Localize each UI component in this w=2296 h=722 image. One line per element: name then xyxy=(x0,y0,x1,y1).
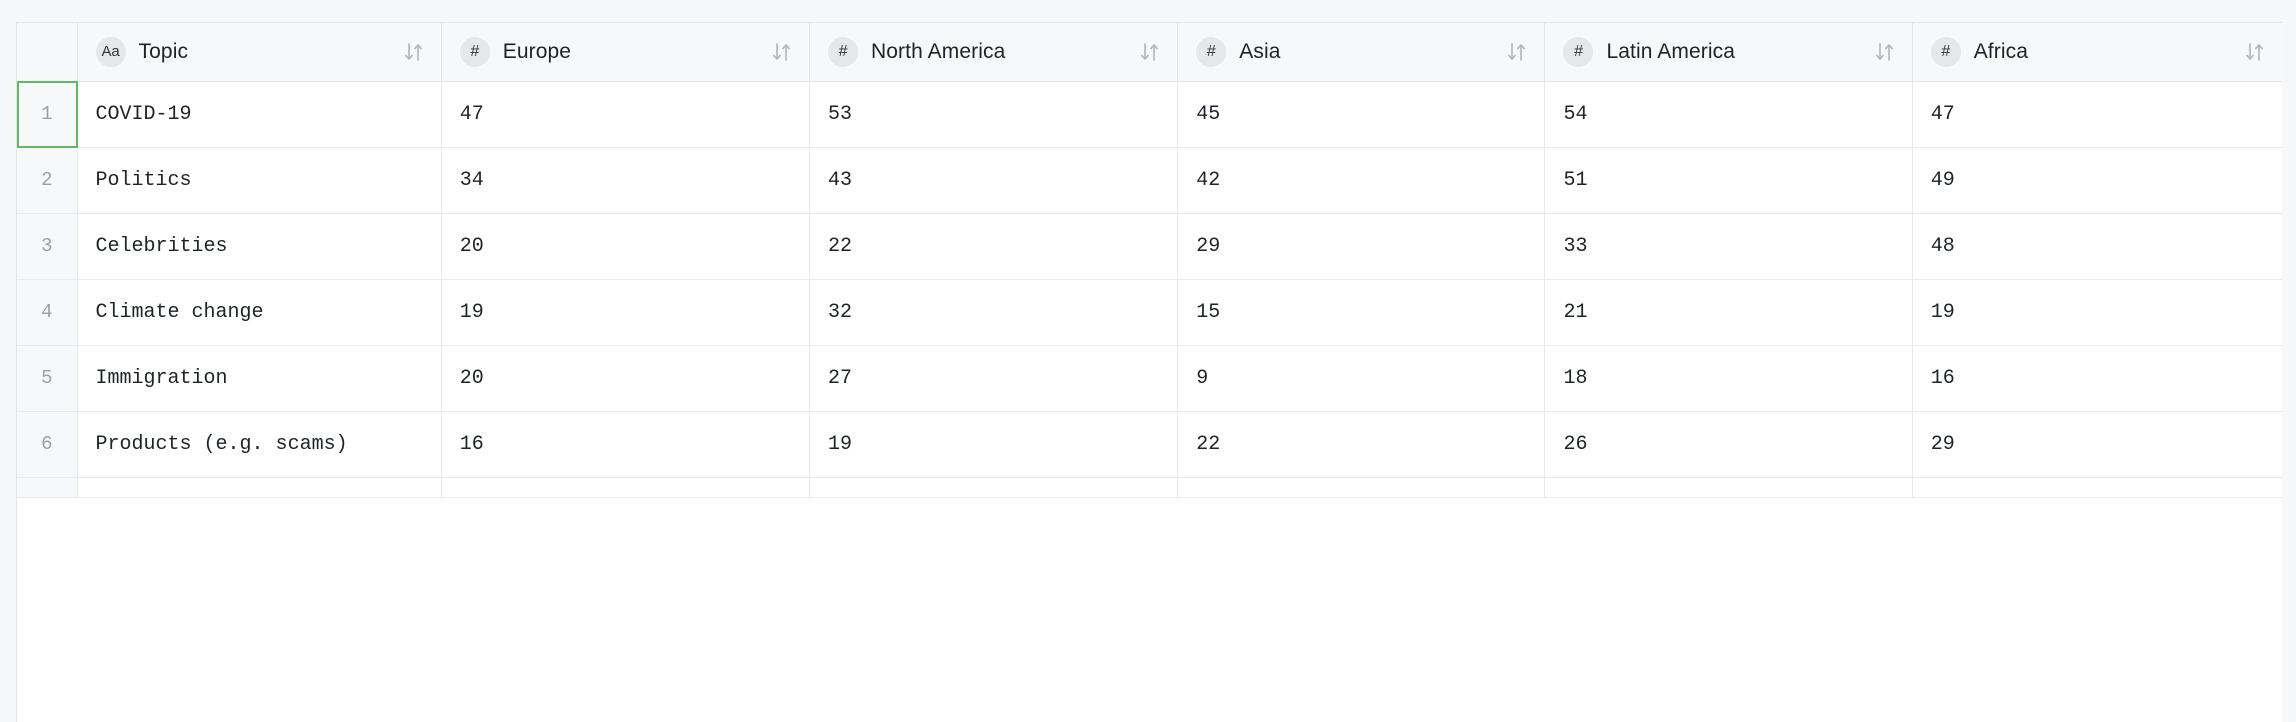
table-row[interactable]: 4 Climate change 19 32 15 21 19 xyxy=(17,279,2282,346)
table-row[interactable]: 3 Celebrities 20 22 29 33 48 xyxy=(17,213,2282,280)
column-header-latin-america[interactable]: # Latin America xyxy=(1544,23,1913,82)
cell-north-america[interactable]: 43 xyxy=(809,147,1179,214)
row-number-cell[interactable]: 3 xyxy=(17,213,78,280)
sort-updown-icon[interactable] xyxy=(2244,40,2266,64)
data-grid[interactable]: Aa Topic # Europe # North America # Asia… xyxy=(16,22,2282,722)
cell-europe[interactable]: 20 xyxy=(441,213,811,280)
cell-africa[interactable]: 16 xyxy=(1912,345,2282,412)
cell-latin-america[interactable]: 33 xyxy=(1544,213,1913,280)
column-header-label: Topic xyxy=(138,39,189,63)
sort-updown-icon[interactable] xyxy=(1139,40,1161,64)
row-number-header xyxy=(17,23,78,82)
cell-north-america[interactable]: 32 xyxy=(809,279,1179,346)
cell-europe[interactable]: 19 xyxy=(441,279,811,346)
cell-topic[interactable]: COVID-19 xyxy=(77,81,442,148)
cell-north-america[interactable]: 53 xyxy=(809,81,1179,148)
number-type-icon: # xyxy=(459,36,490,67)
cell-asia[interactable]: 22 xyxy=(1177,411,1546,478)
cell-latin-america[interactable]: 26 xyxy=(1544,411,1913,478)
row-number-cell[interactable]: 4 xyxy=(17,279,78,346)
cell-latin-america[interactable]: 21 xyxy=(1544,279,1913,346)
number-type-icon: # xyxy=(828,36,858,67)
cell-north-america[interactable] xyxy=(809,477,1179,498)
cell-latin-america[interactable] xyxy=(1544,477,1913,498)
table-row[interactable]: 6 Products (e.g. scams) 16 19 22 26 29 xyxy=(17,411,2282,478)
row-number-cell[interactable]: 1 xyxy=(17,80,78,148)
cell-topic[interactable] xyxy=(77,477,442,498)
column-header-topic[interactable]: Aa Topic xyxy=(77,23,442,82)
column-header-europe[interactable]: # Europe xyxy=(441,23,811,82)
cell-topic[interactable]: Celebrities xyxy=(77,213,442,280)
cell-latin-america[interactable]: 51 xyxy=(1544,147,1913,214)
cell-africa[interactable]: 49 xyxy=(1912,147,2282,214)
header-row: Aa Topic # Europe # North America # Asia… xyxy=(17,23,2282,82)
column-header-label: Africa xyxy=(1973,39,2028,63)
text-type-icon: Aa xyxy=(95,36,126,67)
cell-africa[interactable]: 47 xyxy=(1912,81,2282,148)
cell-north-america[interactable]: 22 xyxy=(809,213,1179,280)
row-number-cell[interactable]: 6 xyxy=(17,411,78,478)
cell-europe[interactable] xyxy=(441,477,811,498)
column-header-north-america[interactable]: # North America xyxy=(809,23,1179,82)
number-type-icon: # xyxy=(1930,36,1961,67)
row-number-cell[interactable]: 5 xyxy=(17,345,78,412)
sort-updown-icon[interactable] xyxy=(1506,40,1528,64)
table-header: Aa Topic # Europe # North America # Asia… xyxy=(17,23,2282,82)
column-header-asia[interactable]: # Asia xyxy=(1177,23,1546,82)
cell-africa[interactable]: 29 xyxy=(1912,411,2282,478)
cell-asia[interactable]: 9 xyxy=(1177,345,1546,412)
table-body: 1 COVID-19 47 53 45 54 47 2 Politics 34 … xyxy=(17,80,2282,498)
cell-topic[interactable]: Climate change xyxy=(77,279,442,346)
row-number-cell[interactable]: 2 xyxy=(17,147,78,214)
cell-asia[interactable] xyxy=(1177,477,1546,498)
cell-topic[interactable]: Products (e.g. scams) xyxy=(77,411,442,478)
table-row[interactable]: 1 COVID-19 47 53 45 54 47 xyxy=(17,80,2282,148)
cell-asia[interactable]: 42 xyxy=(1177,147,1546,214)
cell-north-america[interactable]: 19 xyxy=(809,411,1179,478)
cell-asia[interactable]: 29 xyxy=(1177,213,1546,280)
cell-latin-america[interactable]: 18 xyxy=(1544,345,1913,412)
column-header-label: Asia xyxy=(1239,39,1281,63)
cell-africa[interactable]: 19 xyxy=(1912,279,2282,346)
cell-africa[interactable]: 48 xyxy=(1912,213,2282,280)
column-header-africa[interactable]: # Africa xyxy=(1912,23,2282,82)
column-header-label: North America xyxy=(871,39,1006,63)
number-type-icon: # xyxy=(1563,36,1594,67)
number-type-icon: # xyxy=(1196,36,1227,67)
cell-asia[interactable]: 45 xyxy=(1177,81,1546,148)
cell-latin-america[interactable]: 54 xyxy=(1544,81,1913,148)
row-number-cell[interactable] xyxy=(17,477,78,498)
sort-updown-icon[interactable] xyxy=(771,40,793,64)
column-header-label: Latin America xyxy=(1606,39,1735,63)
cell-topic[interactable]: Politics xyxy=(77,147,442,214)
column-header-label: Europe xyxy=(502,39,572,63)
cell-europe[interactable]: 16 xyxy=(441,411,811,478)
table-row[interactable]: 5 Immigration 20 27 9 18 16 xyxy=(17,345,2282,412)
cell-north-america[interactable]: 27 xyxy=(809,345,1179,412)
cell-europe[interactable]: 47 xyxy=(441,81,811,148)
cell-africa[interactable] xyxy=(1912,477,2282,498)
sort-updown-icon[interactable] xyxy=(1874,40,1896,64)
cell-europe[interactable]: 34 xyxy=(441,147,811,214)
table-row-partial[interactable] xyxy=(17,477,2282,498)
cell-europe[interactable]: 20 xyxy=(441,345,811,412)
table-row[interactable]: 2 Politics 34 43 42 51 49 xyxy=(17,147,2282,214)
sort-updown-icon[interactable] xyxy=(403,40,425,64)
spreadsheet-table: Aa Topic # Europe # North America # Asia… xyxy=(17,23,2282,498)
cell-asia[interactable]: 15 xyxy=(1177,279,1546,346)
cell-topic[interactable]: Immigration xyxy=(77,345,442,412)
